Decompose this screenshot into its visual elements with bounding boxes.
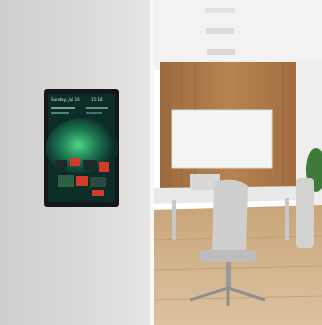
meeting-room-photo: Sunday, Jul 16 15:18 bbox=[0, 0, 322, 325]
control-tile[interactable] bbox=[76, 176, 88, 186]
ceiling-light bbox=[206, 28, 234, 34]
office-chair bbox=[212, 179, 248, 252]
control-tile[interactable] bbox=[90, 177, 106, 187]
whiteboard bbox=[171, 109, 273, 169]
ceiling bbox=[150, 0, 322, 70]
control-tile[interactable] bbox=[70, 158, 80, 166]
control-tile[interactable] bbox=[55, 160, 67, 170]
tablet-time: 15:18 bbox=[91, 97, 103, 102]
ceiling-light bbox=[207, 49, 235, 55]
photo-canvas: Sunday, Jul 16 15:18 bbox=[0, 0, 322, 325]
control-tile[interactable] bbox=[92, 190, 104, 196]
ceiling-light bbox=[205, 8, 235, 13]
tablet-date: Sunday, Jul 16 bbox=[51, 97, 80, 102]
control-tile[interactable] bbox=[58, 175, 74, 187]
office-chair bbox=[296, 178, 314, 248]
control-tile[interactable] bbox=[99, 162, 109, 172]
control-tile[interactable] bbox=[83, 160, 97, 170]
